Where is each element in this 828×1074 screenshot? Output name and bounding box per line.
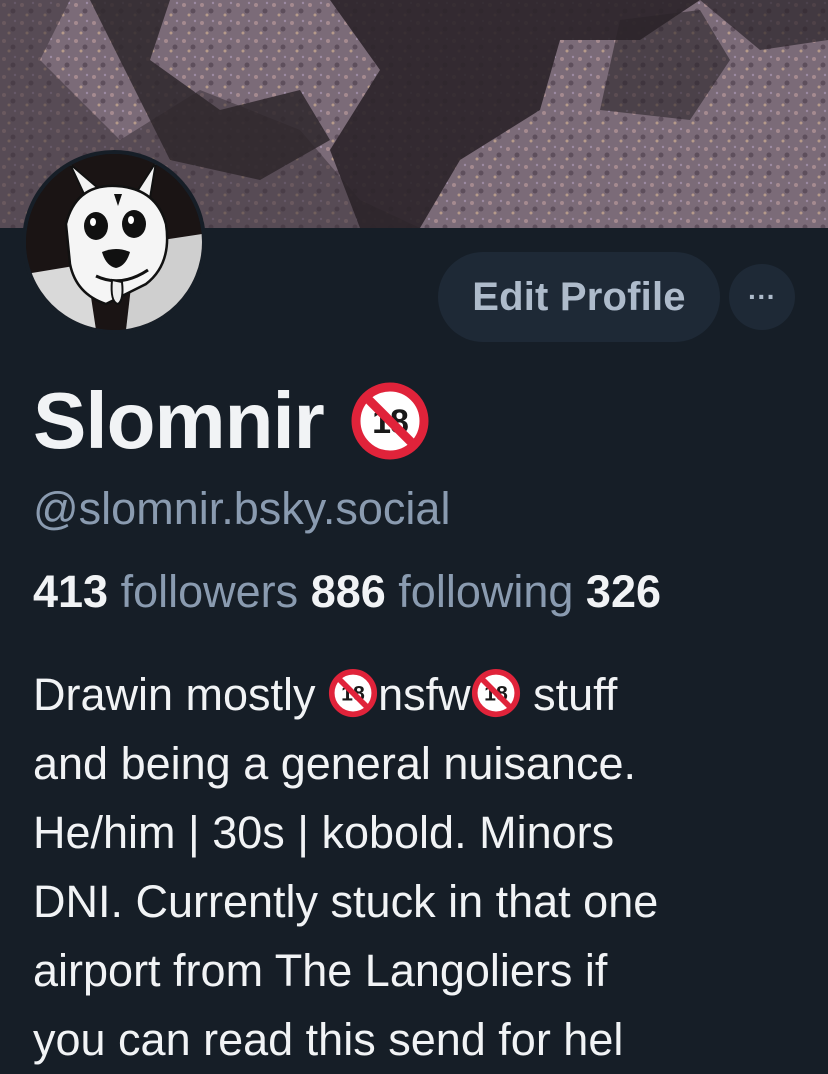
posts-count: 326 [585,566,662,617]
no-under-18-icon: 18 [351,382,429,460]
display-name-row: Slomnir 18 [33,375,430,467]
profile-handle: @slomnir.bsky.social [33,483,451,534]
profile-stats: 413 followers 886 following 326 [33,566,661,618]
followers-label: followers [120,566,299,617]
following-count: 886 [310,566,386,617]
following-label: following [398,566,574,617]
followers-stat[interactable]: 413 followers [33,566,298,617]
more-options-button[interactable]: ··· [729,264,795,330]
bio-line: and being a general nuisance. [33,738,636,789]
no-under-18-icon: 18 [471,668,520,718]
display-name: Slomnir [33,376,325,465]
bio-text: Drawin mostly [33,669,329,720]
no-under-18-icon: 18 [329,668,378,718]
profile-bio: Drawin mostly 18nsfw18 stuff and being a… [33,660,813,1074]
bio-line: you can read this send for hel [33,1014,624,1065]
bio-line: DNI. Currently stuck in that one [33,876,659,927]
bio-text: nsfw [378,669,471,720]
avatar[interactable] [22,150,206,334]
avatar-image [26,154,202,330]
bio-line: airport from The Langoliers if [33,945,608,996]
bio-line: Drawin mostly 18nsfw18 stuff [33,660,813,729]
bio-text: stuff [520,669,618,720]
followers-count: 413 [33,566,109,617]
edit-profile-button[interactable]: Edit Profile [438,252,720,342]
bio-line: He/him | 30s | kobold. Minors [33,807,615,858]
more-horizontal-icon: ··· [748,281,776,312]
following-stat[interactable]: 886 following [311,566,574,617]
